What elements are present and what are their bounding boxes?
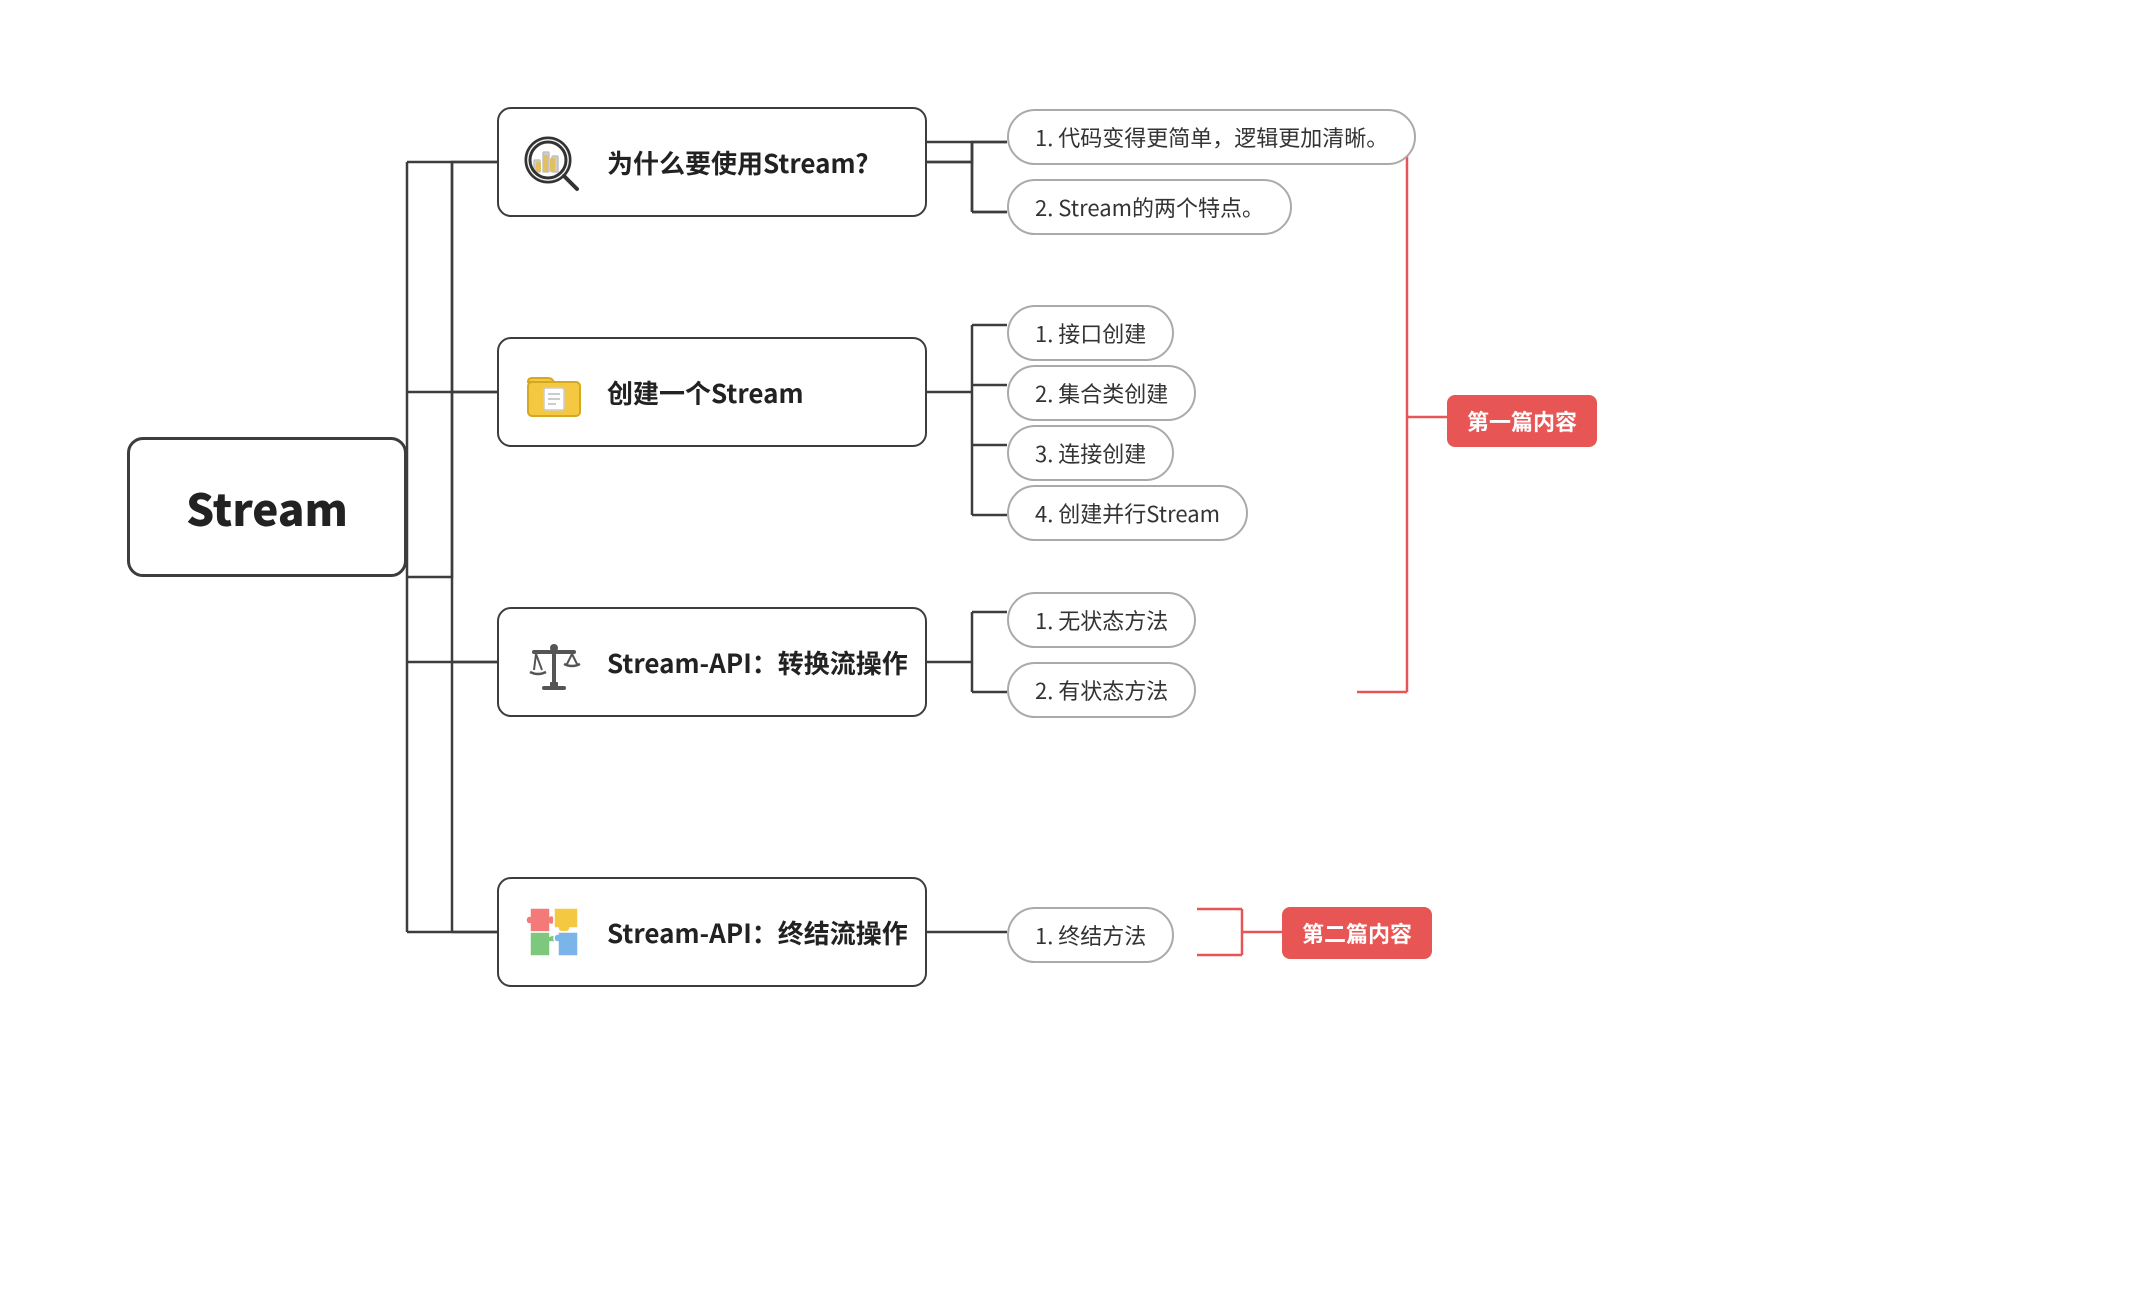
leaf-3-1: 1. 无状态方法 xyxy=(1007,592,1196,648)
leaf-3-2: 2. 有状态方法 xyxy=(1007,662,1196,718)
section-label-2: 第二篇内容 xyxy=(1282,907,1432,959)
leaf-1-2: 2. Stream的两个特点。 xyxy=(1007,179,1292,235)
branch-node-3: Stream-API：转换流操作 xyxy=(497,607,927,717)
mind-map: Stream 为什么要使用Stream? xyxy=(67,47,2067,1247)
leaf-2-3: 3. 连接创建 xyxy=(1007,425,1174,481)
branch-2-label: 创建一个Stream xyxy=(607,374,804,411)
branch-node-2: 创建一个Stream xyxy=(497,337,927,447)
branch-1-label: 为什么要使用Stream? xyxy=(607,144,869,181)
folder-icon xyxy=(519,357,589,427)
leaf-4-1: 1. 终结方法 xyxy=(1007,907,1174,963)
root-node: Stream xyxy=(127,437,407,577)
leaf-2-2: 2. 集合类创建 xyxy=(1007,365,1196,421)
section-label-1: 第一篇内容 xyxy=(1447,395,1597,447)
leaf-2-4: 4. 创建并行Stream xyxy=(1007,485,1248,541)
branch-4-label: Stream-API：终结流操作 xyxy=(607,914,908,951)
branch-3-label: Stream-API：转换流操作 xyxy=(607,644,908,681)
branch-node-4: Stream-API：终结流操作 xyxy=(497,877,927,987)
leaf-2-1: 1. 接口创建 xyxy=(1007,305,1174,361)
branch-node-1: 为什么要使用Stream? xyxy=(497,107,927,217)
search-chart-icon xyxy=(519,127,589,197)
puzzle-icon xyxy=(519,897,589,967)
leaf-1-1: 1. 代码变得更简单，逻辑更加清晰。 xyxy=(1007,109,1416,165)
root-node-label: Stream xyxy=(186,475,348,539)
scale-icon xyxy=(519,627,589,697)
